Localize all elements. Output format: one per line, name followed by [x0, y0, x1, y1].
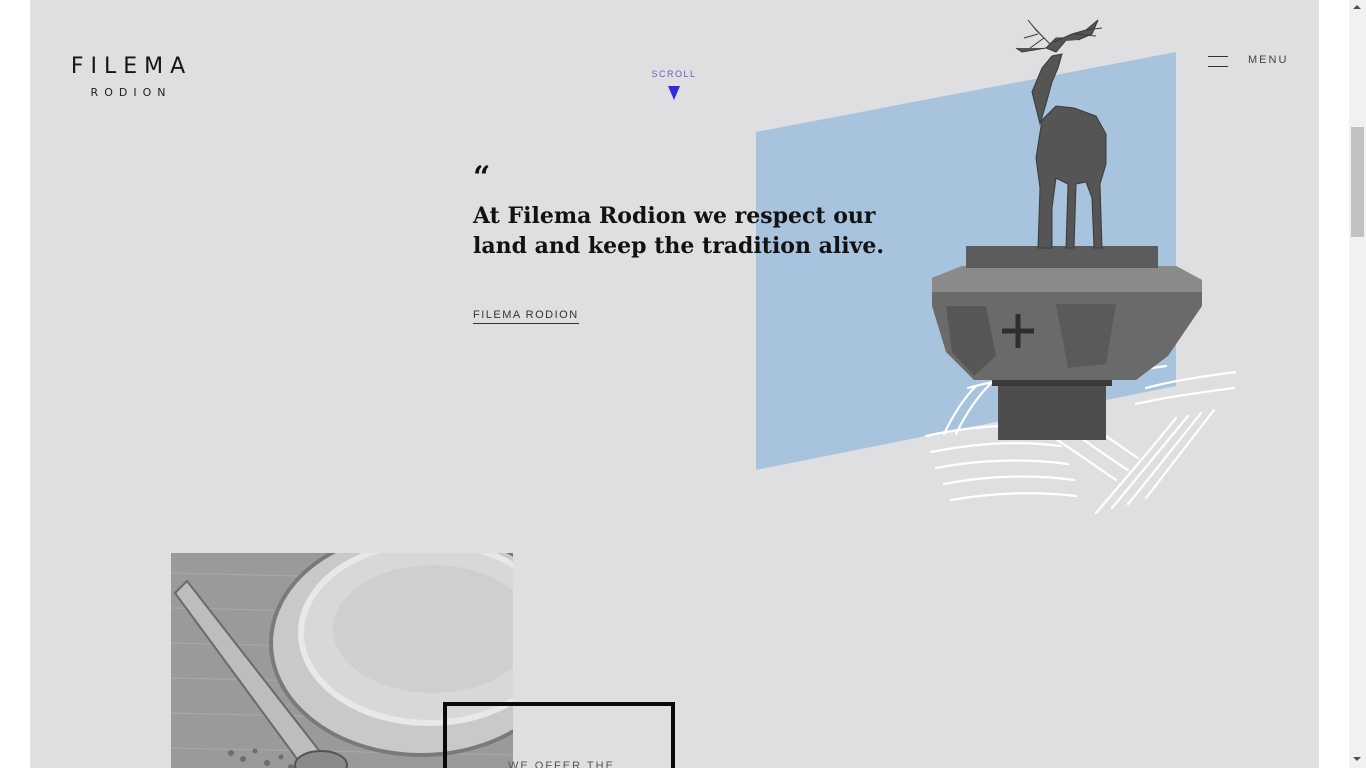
- scroll-down-arrow-icon[interactable]: [1353, 757, 1361, 761]
- offer-frame: [443, 702, 675, 768]
- triangle-down-icon: [668, 86, 680, 100]
- hero-quote-block: “ At Filema Rodion we respect our land a…: [473, 160, 933, 324]
- scroll-up-arrow-icon[interactable]: [1353, 5, 1361, 9]
- brand-name: FILEMA: [70, 54, 193, 79]
- scroll-label: SCROLL: [651, 69, 697, 79]
- brand-subname: RODION: [90, 86, 172, 99]
- brand-logo[interactable]: FILEMA RODION: [61, 54, 195, 99]
- offer-text: WE OFFER THE: [508, 760, 615, 768]
- quote-mark: “: [473, 160, 491, 195]
- page-content: FILEMA RODION SCROLL MENU “ At Filema Ro…: [30, 0, 1319, 768]
- scroll-indicator[interactable]: SCROLL: [648, 69, 700, 100]
- hero-quote-text: At Filema Rodion we respect our land and…: [473, 203, 885, 259]
- scrollbar-thumb[interactable]: [1351, 127, 1364, 237]
- menu-label: MENU: [1248, 54, 1289, 66]
- filema-rodion-link[interactable]: FILEMA RODION: [473, 309, 579, 324]
- page-scrollbar[interactable]: [1349, 0, 1366, 768]
